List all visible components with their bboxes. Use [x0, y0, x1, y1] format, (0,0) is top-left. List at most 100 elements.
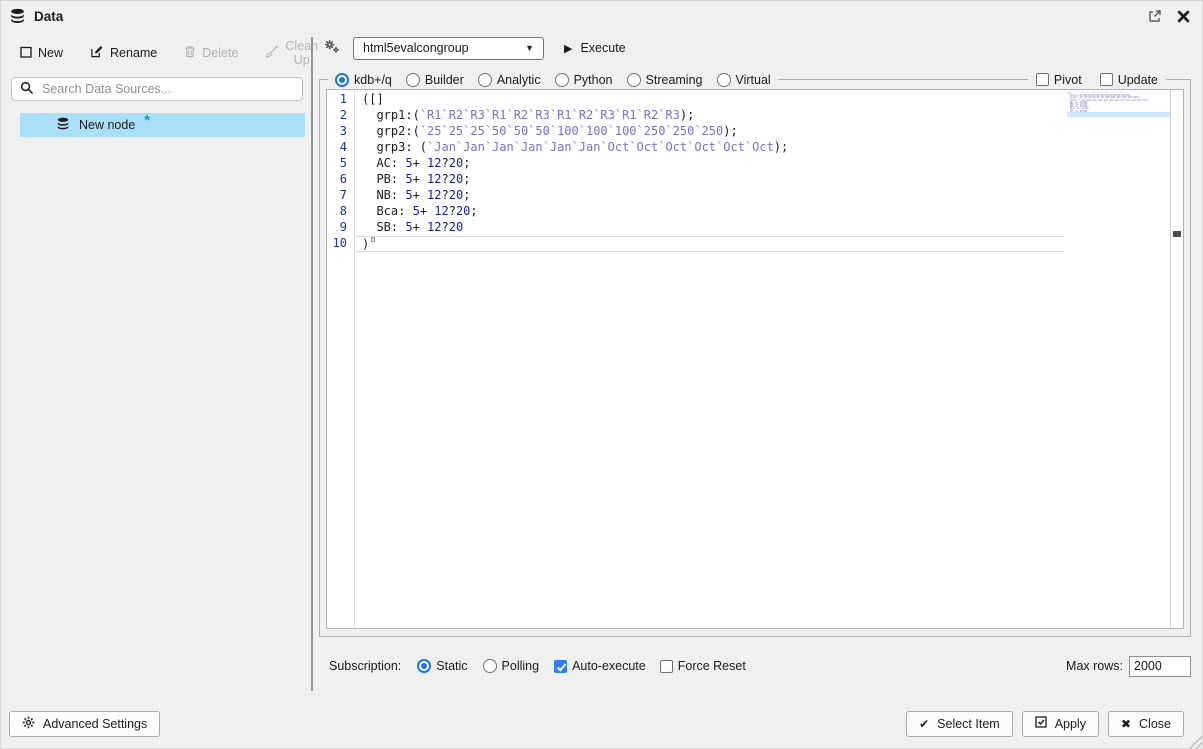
- apply-label: Apply: [1055, 717, 1086, 731]
- advanced-settings-button[interactable]: Advanced Settings: [9, 711, 160, 737]
- line-number: 9: [327, 220, 354, 236]
- line-number-gutter: 12345678910: [327, 90, 355, 628]
- dialog-footer: Advanced Settings ✔ Select Item Apply ✖ …: [1, 699, 1202, 748]
- connection-toolbar: html5evalcongroup ▼ ▶ Execute: [323, 35, 626, 61]
- mode-python-radio[interactable]: Python: [555, 73, 613, 87]
- code-editor[interactable]: 12345678910 ([] grp1:(`R1`R2`R3`R1`R2`R3…: [326, 89, 1184, 629]
- text-cursor: [371, 237, 375, 242]
- dialog-header: Data: [1, 1, 1202, 31]
- editor-scrollbar[interactable]: [1170, 90, 1183, 628]
- close-button[interactable]: ✖ Close: [1108, 711, 1184, 737]
- popout-icon[interactable]: [1148, 9, 1162, 23]
- execute-label: Execute: [580, 41, 625, 55]
- select-item-button[interactable]: ✔ Select Item: [906, 711, 1013, 737]
- checkbox-label: Auto-execute: [572, 659, 646, 673]
- search-icon: [20, 81, 33, 97]
- code-line: grp1:(`R1`R2`R3`R1`R2`R3`R1`R2`R3`R1`R2`…: [355, 108, 1064, 124]
- line-number: 10: [327, 236, 354, 252]
- code-line: SB: 5+ 12?20: [355, 220, 1064, 236]
- pivot-update-flags: Pivot Update: [1028, 69, 1166, 90]
- code-line: ([]: [355, 92, 1064, 108]
- radio-label: Static: [436, 659, 467, 673]
- radio-icon: [406, 73, 420, 87]
- data-source-list: New node *: [1, 113, 311, 137]
- radio-icon: [555, 73, 569, 87]
- node-label: New node: [79, 118, 135, 132]
- checkbox-icon: [554, 660, 567, 673]
- toolbar-new-button[interactable]: New: [20, 46, 63, 61]
- code-line: AC: 5+ 12?20;: [355, 156, 1064, 172]
- modified-indicator: *: [144, 116, 150, 126]
- toolbar-button-label: Rename: [110, 46, 157, 60]
- scrollbar-thumb[interactable]: [1173, 231, 1181, 237]
- edit-pencil-icon: [90, 45, 104, 61]
- line-number: 8: [327, 204, 354, 220]
- line-number: 4: [327, 140, 354, 156]
- data-sources-toolbar: NewRenameDeleteClean Up: [1, 31, 311, 73]
- mode-kdb-q-radio[interactable]: kdb+/q: [335, 73, 392, 87]
- radio-icon: [417, 659, 431, 673]
- mode-streaming-radio[interactable]: Streaming: [627, 73, 703, 87]
- toolbar-button-label: New: [38, 46, 63, 60]
- mode-builder-radio[interactable]: Builder: [406, 73, 464, 87]
- max-rows-label: Max rows:: [1066, 659, 1123, 673]
- execute-button[interactable]: ▶ Execute: [564, 41, 626, 55]
- auto-execute-checkbox[interactable]: Auto-execute: [554, 659, 646, 673]
- check-icon: ✔: [919, 717, 929, 731]
- query-group: kdb+/qBuilderAnalyticPythonStreamingVirt…: [319, 79, 1191, 637]
- list-item[interactable]: New node *: [20, 113, 305, 137]
- radio-icon: [478, 73, 492, 87]
- line-number: 2: [327, 108, 354, 124]
- data-dialog: Data NewRenameDeleteClean Up New node*: [0, 0, 1203, 749]
- force-reset-checkbox[interactable]: Force Reset: [660, 659, 746, 673]
- close-icon[interactable]: [1177, 10, 1190, 23]
- mode-analytic-radio[interactable]: Analytic: [478, 73, 541, 87]
- connection-dropdown[interactable]: html5evalcongroup ▼: [353, 37, 544, 60]
- advanced-settings-label: Advanced Settings: [43, 717, 147, 731]
- radio-label: Analytic: [497, 73, 541, 87]
- code-line: grp3: (`Jan`Jan`Jan`Jan`Jan`Jan`Oct`Oct`…: [355, 140, 1064, 156]
- radio-label: kdb+/q: [354, 73, 392, 87]
- radio-icon: [717, 73, 731, 87]
- subscription-label: Subscription:: [329, 659, 401, 673]
- code-line: NB: 5+ 12?20;: [355, 188, 1064, 204]
- select-item-label: Select Item: [937, 717, 1000, 731]
- radio-label: Polling: [502, 659, 540, 673]
- search-box: [11, 77, 303, 101]
- mode-virtual-radio[interactable]: Virtual: [717, 73, 771, 87]
- apply-button[interactable]: Apply: [1022, 711, 1099, 737]
- connection-dropdown-value: html5evalcongroup: [363, 41, 525, 55]
- line-number: 3: [327, 124, 354, 140]
- update-checkbox[interactable]: Update: [1100, 73, 1158, 87]
- line-number: 6: [327, 172, 354, 188]
- toolbar-rename-button[interactable]: Rename: [90, 45, 157, 61]
- checkbox-icon: [660, 660, 673, 673]
- database-icon: [56, 117, 70, 134]
- checkbox-icon: [1100, 73, 1113, 86]
- database-icon: [9, 8, 26, 25]
- search-input[interactable]: [40, 81, 294, 97]
- line-number: 5: [327, 156, 354, 172]
- trash-icon: [184, 45, 196, 61]
- code-line: Bca: 5+ 12?20;: [355, 204, 1064, 220]
- subscription-row: Subscription: Static Polling Auto-execute…: [329, 653, 1191, 679]
- radio-icon: [627, 73, 641, 87]
- connection-settings-icon[interactable]: [323, 39, 340, 57]
- code-line: PB: 5+ 12?20;: [355, 172, 1064, 188]
- minimap-line: ): [1067, 112, 1170, 117]
- radio-label: Virtual: [736, 73, 771, 87]
- close-label: Close: [1139, 717, 1171, 731]
- gear-icon: [22, 716, 35, 732]
- subscription-static-radio[interactable]: Static: [417, 659, 467, 673]
- radio-icon: [335, 73, 349, 87]
- code-minimap[interactable]: ([] grp1:(`R1`R2`R3`R1`R2`R3`R1`R2`R3`R1…: [1064, 90, 1170, 628]
- max-rows-input[interactable]: [1129, 656, 1191, 677]
- new-file-icon: [20, 46, 32, 61]
- radio-label: Python: [574, 73, 613, 87]
- play-icon: ▶: [564, 42, 572, 55]
- max-rows-group: Max rows:: [1066, 656, 1191, 677]
- pivot-checkbox[interactable]: Pivot: [1036, 73, 1082, 87]
- subscription-polling-radio[interactable]: Polling: [483, 659, 540, 673]
- code-line: grp2:(`25`25`25`50`50`50`100`100`100`250…: [355, 124, 1064, 140]
- code-area[interactable]: ([] grp1:(`R1`R2`R3`R1`R2`R3`R1`R2`R3`R1…: [355, 90, 1064, 628]
